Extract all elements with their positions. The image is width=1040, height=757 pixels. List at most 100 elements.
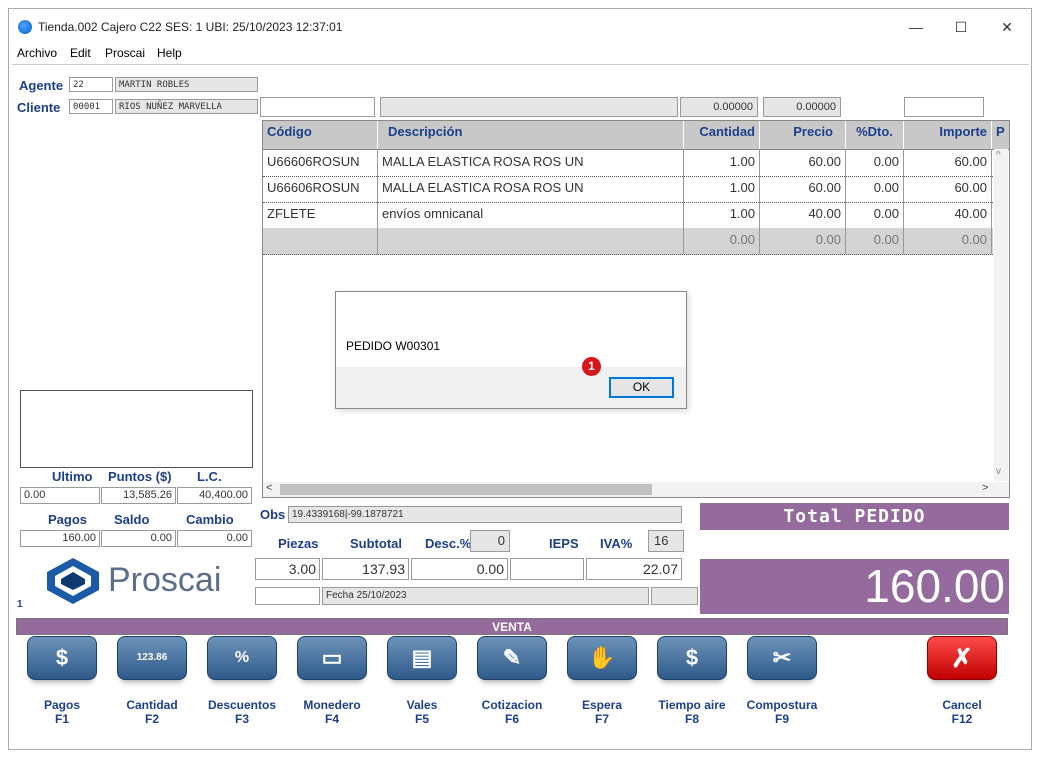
- obs-field[interactable]: 19.4339168|-99.1878721: [288, 506, 682, 523]
- scroll-left-icon[interactable]: <: [266, 482, 272, 494]
- cell-descripcion: MALLA ELASTICA ROSA ROS UN: [378, 150, 684, 176]
- pagos-value: 160.00: [20, 530, 100, 547]
- proscai-logo-text: Proscai: [108, 561, 222, 599]
- cancel-button[interactable]: ✗: [927, 636, 997, 680]
- table-row[interactable]: U66606ROSUN MALLA ELASTICA ROSA ROS UN 1…: [263, 150, 993, 177]
- cell-cantidad: 1.00: [684, 202, 760, 228]
- col-cantidad[interactable]: Cantidad: [684, 121, 760, 149]
- vales-button[interactable]: ▤: [387, 636, 457, 680]
- import-entry-input[interactable]: [904, 97, 984, 117]
- calculator-icon: 123.86: [136, 652, 168, 663]
- voucher-icon: ▤: [411, 645, 433, 670]
- ok-button[interactable]: OK: [609, 377, 674, 398]
- scroll-down-icon[interactable]: v: [996, 466, 1001, 477]
- fecha-field: Fecha 25/10/2023: [322, 587, 649, 605]
- grid-header: Código Descripción Cantidad Precio %Dto.…: [263, 121, 1009, 150]
- cotizacion-button[interactable]: ✎: [477, 636, 547, 680]
- cell-importe: 40.00: [904, 202, 992, 228]
- entry-value-1: 0.00000: [680, 97, 758, 117]
- col-p[interactable]: P: [992, 121, 1009, 149]
- scroll-right-icon[interactable]: >: [982, 482, 988, 494]
- saldo-label: Saldo: [114, 512, 150, 527]
- pagos-button[interactable]: $: [27, 636, 97, 680]
- scissors-icon: ✂: [772, 645, 792, 670]
- cantidad-button-label: Cantidad F2: [126, 698, 178, 726]
- cotizacion-button-label: Cotizacion F6: [481, 698, 543, 726]
- desc-label: Desc.%: [425, 536, 472, 551]
- cambio-label: Cambio: [186, 512, 234, 527]
- espera-button[interactable]: ✋: [567, 636, 637, 680]
- cell-descripcion: envíos omnicanal: [378, 202, 684, 228]
- tiempo-aire-button-label: Tiempo aire F8: [658, 698, 726, 726]
- col-codigo[interactable]: Código: [263, 121, 378, 149]
- agent-code-field[interactable]: 22: [69, 77, 113, 92]
- menu-archivo[interactable]: Archivo: [17, 46, 57, 60]
- entry-value-2: 0.00000: [763, 97, 841, 117]
- col-descripcion[interactable]: Descripción: [378, 121, 684, 149]
- cell-dto: 0.00: [846, 228, 904, 254]
- desc-pct-field[interactable]: 0: [470, 530, 510, 552]
- total-label: Total PEDIDO: [700, 503, 1009, 530]
- notes-panel: [20, 390, 253, 468]
- cell-dto: 0.00: [846, 202, 904, 228]
- col-dto[interactable]: %Dto.: [846, 121, 904, 149]
- fecha-extra-field: [651, 587, 698, 605]
- cambio-value: 0.00: [177, 530, 252, 547]
- counter-label: 1: [17, 599, 23, 610]
- agent-name-field: MARTIN ROBLES: [115, 77, 258, 92]
- col-precio[interactable]: Precio: [760, 121, 846, 149]
- scroll-up-icon[interactable]: ^: [996, 150, 1001, 161]
- phone-money-icon: $: [685, 645, 699, 670]
- lc-value: 40,400.00: [177, 487, 252, 504]
- cell-dto: 0.00: [846, 176, 904, 202]
- cell-cantidad: 1.00: [684, 150, 760, 176]
- dialog-message: PEDIDO W00301: [346, 339, 441, 353]
- tiempo-aire-button[interactable]: $: [657, 636, 727, 680]
- maximize-button[interactable]: ☐: [938, 14, 984, 40]
- iva-pct-field[interactable]: 16: [648, 530, 684, 552]
- menu-edit[interactable]: Edit: [70, 46, 91, 60]
- table-row[interactable]: ZFLETE envíos omnicanal 1.00 40.00 0.00 …: [263, 202, 993, 229]
- step-badge: 1: [582, 357, 601, 376]
- cell-cantidad: 0.00: [684, 228, 760, 254]
- subtotal-value: 137.93: [322, 558, 409, 580]
- vales-button-label: Vales F5: [406, 698, 438, 726]
- cell-importe: 0.00: [904, 228, 992, 254]
- ieps-value: [510, 558, 584, 580]
- table-row-new[interactable]: 0.00 0.00 0.00 0.00: [263, 228, 993, 255]
- code-entry-input[interactable]: [260, 97, 375, 117]
- cell-precio: 0.00: [760, 228, 846, 254]
- cell-dto: 0.00: [846, 150, 904, 176]
- cell-importe: 60.00: [904, 176, 992, 202]
- piezas-label: Piezas: [278, 536, 319, 551]
- agent-label: Agente: [19, 78, 64, 93]
- date-code-field[interactable]: [255, 587, 320, 605]
- descuentos-button-label: Descuentos F3: [207, 698, 277, 726]
- proscai-logo-icon: [47, 558, 99, 604]
- percent-icon: %: [234, 649, 250, 666]
- iva-label: IVA%: [600, 536, 633, 551]
- col-importe[interactable]: Importe: [904, 121, 992, 149]
- cell-descripcion: MALLA ELASTICA ROSA ROS UN: [378, 176, 684, 202]
- close-button[interactable]: ✕: [984, 14, 1030, 40]
- table-row[interactable]: U66606ROSUN MALLA ELASTICA ROSA ROS UN 1…: [263, 176, 993, 203]
- puntos-value: 13,585.26: [101, 487, 176, 504]
- description-entry: [380, 97, 678, 117]
- grid-vertical-scrollbar[interactable]: [994, 149, 1008, 481]
- saldo-value: 0.00: [101, 530, 176, 547]
- client-name-field: RIOS NUÑEZ MARVELLA: [115, 99, 258, 114]
- client-code-field[interactable]: 00001: [69, 99, 113, 114]
- descuentos-button[interactable]: %: [207, 636, 277, 680]
- card-icon: ▭: [321, 645, 343, 670]
- edit-document-icon: ✎: [502, 645, 522, 670]
- cancel-x-icon: ✗: [951, 643, 973, 673]
- total-value: 160.00: [700, 559, 1009, 614]
- compostura-button[interactable]: ✂: [747, 636, 817, 680]
- monedero-button[interactable]: ▭: [297, 636, 367, 680]
- menu-proscai[interactable]: Proscai: [105, 46, 145, 60]
- horizontal-scroll-thumb[interactable]: [280, 484, 652, 495]
- minimize-button[interactable]: —: [893, 14, 939, 40]
- cantidad-button[interactable]: 123.86: [117, 636, 187, 680]
- ultimo-label: Ultimo: [52, 469, 93, 484]
- menu-help[interactable]: Help: [157, 46, 182, 60]
